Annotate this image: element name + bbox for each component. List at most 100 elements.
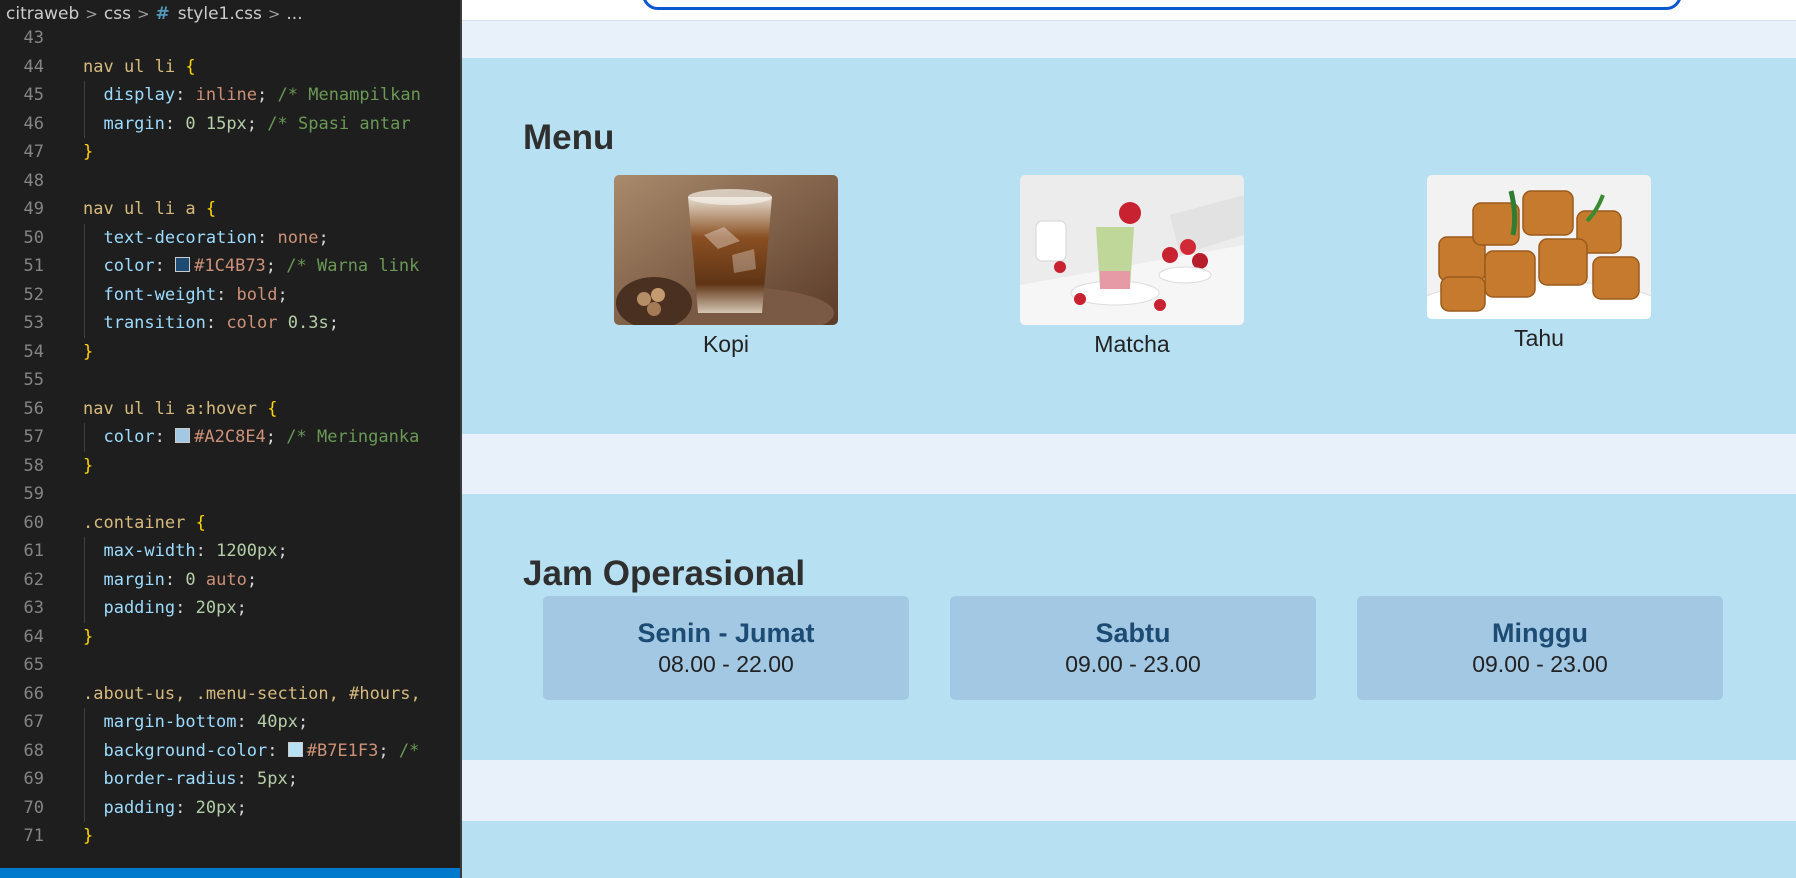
menu-item-label: Tahu: [1514, 325, 1564, 351]
code-text: border-radius: 5px;: [83, 765, 298, 794]
code-text: transition: color 0.3s;: [83, 309, 338, 338]
code-line[interactable]: 66 .about-us, .menu-section, #hours,: [0, 680, 460, 709]
code-token: /* Menampilkan: [277, 85, 421, 105]
breadcrumb-subfolder[interactable]: css: [104, 4, 131, 24]
color-swatch-icon[interactable]: [175, 428, 191, 443]
code-lines[interactable]: 43 44 nav ul li {45 display: inline; /* Me…: [0, 24, 460, 851]
code-token: ;: [246, 569, 258, 590]
line-number: 61: [23, 541, 44, 561]
code-line[interactable]: 54}: [0, 338, 460, 367]
code-line[interactable]: 58}: [0, 452, 460, 481]
code-line[interactable]: 64}: [0, 623, 460, 652]
code-line[interactable]: 62 margin: 0 auto;: [0, 565, 460, 595]
hours-time: 09.00 - 23.00: [1065, 651, 1201, 677]
code-token: /* Spasi antar: [267, 113, 411, 134]
code-line[interactable]: 51 color: #1C4B73; /* Warna link: [0, 252, 460, 281]
line-number: 60: [23, 512, 44, 533]
line-number: 45: [23, 85, 44, 105]
code-line[interactable]: 49 nav ul li a {: [0, 195, 460, 224]
code-token: /* Warna link: [286, 256, 420, 276]
line-number: 51: [23, 256, 44, 276]
code-line[interactable]: 68 background-color: #B7E1F3; /*: [0, 736, 460, 766]
menu-item-tahu[interactable]: Tahu: [1426, 175, 1652, 352]
code-token: ;: [277, 541, 288, 561]
hours-day: Senin - Jumat: [637, 618, 815, 648]
breadcrumb-file[interactable]: style1.css: [178, 4, 262, 24]
code-text: background-color: #B7E1F3; /*: [83, 737, 419, 766]
line-number: 47: [23, 142, 44, 162]
browser-viewport[interactable]: Menu Kopi Matcha Tahu Jam Operasional Se…: [462, 0, 1796, 878]
code-line[interactable]: 43: [0, 24, 460, 53]
code-line[interactable]: 67 margin-bottom: 40px;: [0, 708, 460, 737]
code-token: ;: [265, 256, 287, 276]
code-line[interactable]: 50 text-decoration: none;: [0, 223, 460, 252]
code-line[interactable]: 59: [0, 480, 460, 509]
code-line[interactable]: 71}: [0, 822, 460, 851]
code-token: :: [216, 284, 237, 305]
line-number: 55: [23, 370, 44, 390]
code-token: :: [236, 769, 258, 789]
code-line[interactable]: 53 transition: color 0.3s;: [0, 309, 460, 338]
line-number: 49: [23, 199, 44, 219]
code-text: margin: 0 auto;: [83, 566, 257, 595]
chevron-right-icon: >: [136, 5, 150, 23]
code-editor[interactable]: citraweb > css > # style1.css > ... 43 44…: [0, 0, 462, 878]
menu-item-kopi[interactable]: Kopi: [613, 175, 839, 358]
address-bar[interactable]: [642, 0, 1682, 10]
breadcrumb-folder[interactable]: citraweb: [6, 4, 79, 24]
code-token: {: [267, 398, 278, 419]
menu-item-label: Kopi: [702, 331, 750, 357]
code-text: margin-bottom: 40px;: [83, 708, 308, 737]
code-token: /* Meringanka: [286, 427, 420, 447]
code-token: ;: [318, 227, 329, 248]
hours-title: Jam Operasional: [523, 554, 806, 593]
code-token: ;: [236, 598, 247, 618]
code-token: 0 15px: [185, 113, 247, 134]
code-line[interactable]: 45 display: inline; /* Menampilkan: [0, 81, 460, 110]
code-line[interactable]: 60 .container {: [0, 509, 460, 538]
code-text: padding: 20px;: [83, 794, 246, 823]
code-line[interactable]: 47}: [0, 138, 460, 167]
code-line[interactable]: 65: [0, 651, 460, 680]
code-line[interactable]: 48: [0, 167, 460, 196]
code-line[interactable]: 69 border-radius: 5px;: [0, 765, 460, 794]
code-line[interactable]: 70 padding: 20px;: [0, 793, 460, 823]
code-line[interactable]: 63 padding: 20px;: [0, 594, 460, 623]
code-token: :: [195, 541, 217, 561]
breadcrumb-more[interactable]: ...: [286, 4, 302, 24]
code-line[interactable]: 61 max-width: 1200px;: [0, 537, 460, 566]
line-number: 53: [23, 313, 44, 333]
code-token: :: [164, 569, 186, 590]
menu-title: Menu: [523, 118, 615, 157]
code-token: :: [175, 85, 196, 105]
code-line[interactable]: 46 margin: 0 15px; /* Spasi antar: [0, 109, 460, 138]
code-text: color: #A2C8E4; /* Meringanka: [83, 423, 419, 452]
hours-time: 09.00 - 23.00: [1472, 651, 1608, 677]
line-number: 66: [23, 683, 44, 704]
line-number: 71: [23, 826, 44, 846]
menu-item-matcha[interactable]: Matcha: [1019, 175, 1245, 358]
code-token: #B7E1F3: [306, 740, 379, 761]
code-line[interactable]: 56 nav ul li a:hover {: [0, 395, 460, 424]
code-token: ;: [265, 427, 287, 447]
code-token: text-decoration: [83, 227, 257, 248]
code-token: bold: [236, 284, 278, 305]
code-line[interactable]: 52 font-weight: bold;: [0, 280, 460, 309]
code-line[interactable]: 55: [0, 366, 460, 395]
code-token: background-color: [83, 740, 268, 761]
code-token: {: [195, 512, 206, 533]
color-swatch-icon[interactable]: [175, 257, 191, 272]
color-swatch-icon[interactable]: [287, 741, 303, 757]
code-text: nav ul li a:hover {: [83, 395, 277, 424]
code-line[interactable]: 57 color: #A2C8E4; /* Meringanka: [0, 423, 460, 452]
hours-card: Sabtu 09.00 - 23.00: [950, 596, 1316, 700]
hours-time: 08.00 - 22.00: [658, 651, 794, 677]
code-token: :: [267, 740, 288, 761]
breadcrumb: citraweb > css > # style1.css > ...: [0, 0, 460, 28]
hours-card: Senin - Jumat 08.00 - 22.00: [543, 596, 909, 700]
iced-coffee-image: [614, 175, 838, 325]
chevron-right-icon: >: [267, 5, 281, 23]
code-token: .about-us, .menu-section, #hours,: [83, 683, 421, 704]
code-line[interactable]: 44 nav ul li {: [0, 53, 460, 82]
code-token: 40px: [257, 712, 298, 732]
